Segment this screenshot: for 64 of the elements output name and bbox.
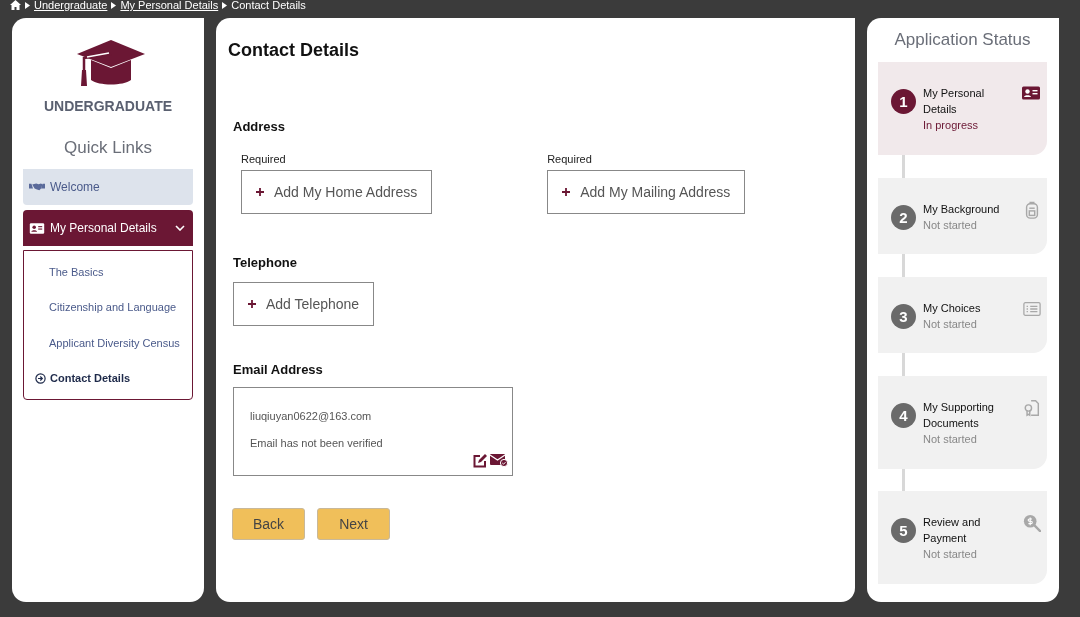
step-number: 1 <box>891 89 916 114</box>
step-status: Not started <box>923 547 978 562</box>
submenu-link[interactable]: The Basics <box>24 254 192 290</box>
panel-title: Application Status <box>893 30 1032 50</box>
handshake-icon <box>29 182 45 192</box>
breadcrumb-current: Contact Details <box>231 0 306 11</box>
section-title: Quick Links <box>64 138 152 158</box>
chevron-icon <box>222 1 228 9</box>
id-card-icon <box>29 221 45 235</box>
chevron-icon <box>175 225 185 231</box>
step-title: My Supporting Documents <box>923 400 995 431</box>
breadcrumb-link[interactable]: My Personal Details <box>120 0 219 11</box>
plus-icon <box>562 188 571 196</box>
step-number: 5 <box>891 518 916 543</box>
brand-title: UNDERGRADUATE <box>43 98 173 114</box>
edit-icon[interactable] <box>473 454 487 468</box>
step-number: 2 <box>891 205 916 230</box>
submenu-link[interactable]: Applicant Diversity Census <box>24 325 192 361</box>
required-label: Required <box>241 153 287 165</box>
step-title: My Personal Details <box>923 86 986 117</box>
step-number: 3 <box>891 304 916 329</box>
submenu-link[interactable]: Citizenship and Language <box>24 289 192 325</box>
step-title: My Background <box>923 202 1001 217</box>
certificate-document-icon <box>1023 399 1041 417</box>
status-step[interactable]: 2 My Background Not started <box>878 178 1047 254</box>
plus-icon <box>248 300 256 308</box>
section-label: Telephone <box>233 255 299 270</box>
status-step[interactable]: 4 My Supporting Documents Not started <box>878 376 1047 469</box>
add-button[interactable]: Add My Home Address <box>241 170 433 214</box>
nav-button[interactable]: Back <box>232 508 306 540</box>
step-status: In progress <box>923 118 980 133</box>
list-icon <box>1023 300 1041 318</box>
status-step[interactable]: 1 My Personal Details In progress <box>878 62 1047 155</box>
status-step[interactable]: 5 Review and Payment Not started <box>878 491 1047 584</box>
quick-link[interactable]: My Personal Details <box>23 210 193 246</box>
nav-button[interactable]: Next <box>317 508 390 540</box>
breadcrumb-link[interactable]: Undergraduate <box>34 0 108 11</box>
status-step[interactable]: 3 My Choices Not started <box>878 277 1047 353</box>
email-address: liuqiuyan0622@163.com <box>250 410 372 422</box>
chevron-icon <box>25 1 30 9</box>
add-button[interactable]: Add My Mailing Address <box>547 170 746 214</box>
add-button[interactable]: Add Telephone <box>233 282 375 326</box>
step-status: Not started <box>923 432 978 447</box>
step-title: Review and Payment <box>923 515 982 546</box>
dollar-search-icon <box>1023 514 1041 532</box>
plus-icon <box>256 188 264 196</box>
home-icon[interactable] <box>10 0 21 10</box>
step-title: My Choices <box>923 301 982 316</box>
section-label: Email Address <box>233 362 324 377</box>
section-label: Address <box>233 119 287 134</box>
backpack-icon <box>1023 201 1041 219</box>
step-number: 4 <box>891 403 916 428</box>
step-status: Not started <box>923 317 978 332</box>
graduation-cap-icon <box>75 40 147 88</box>
submenu-link[interactable]: Contact Details <box>24 360 192 396</box>
chevron-icon <box>111 1 117 9</box>
step-status: Not started <box>923 218 978 233</box>
page-title: Contact Details <box>228 40 361 61</box>
arrow-circle-icon <box>35 372 46 384</box>
quick-link[interactable]: Welcome <box>23 169 193 205</box>
required-label: Required <box>547 153 593 165</box>
verification-note: Email has not been verified <box>250 437 383 449</box>
mail-check-icon[interactable] <box>490 454 508 467</box>
id-card-icon <box>1021 85 1041 101</box>
